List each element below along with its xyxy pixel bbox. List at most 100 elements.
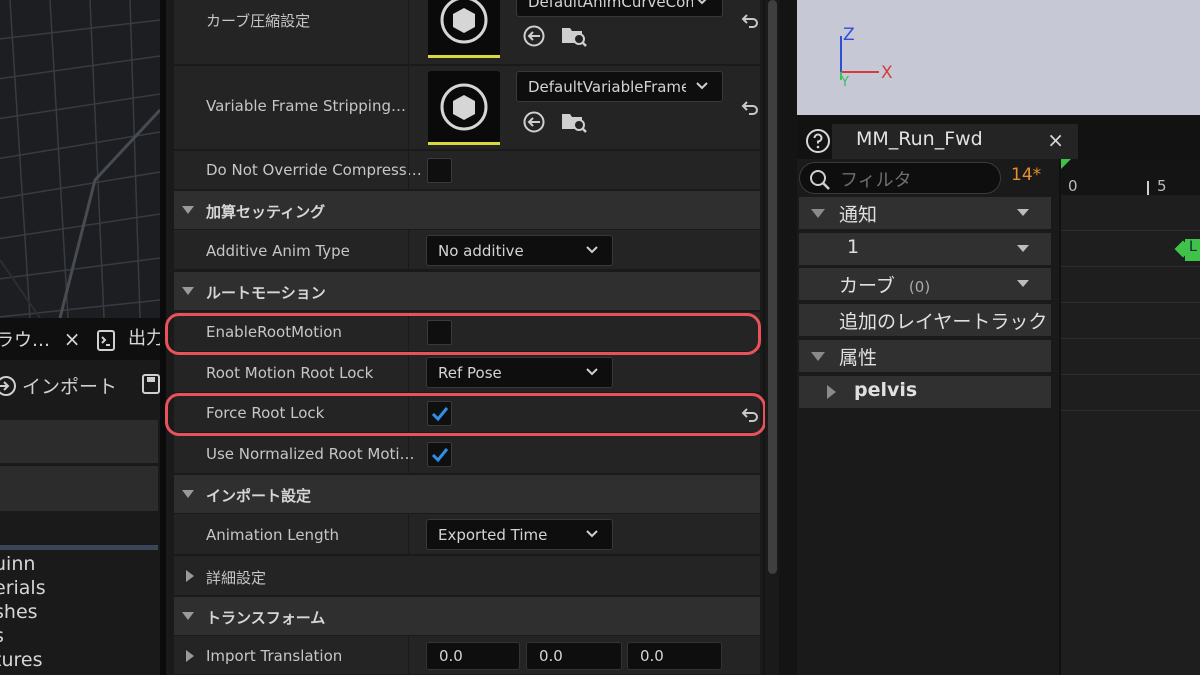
preview-viewport[interactable]: Z X Y bbox=[797, 0, 1200, 115]
row-use-normalized-root-motion: Use Normalized Root Moti… bbox=[174, 434, 760, 474]
category-additive[interactable]: 加算セッティング bbox=[174, 191, 760, 229]
timeline-panel[interactable]: 0 5 L bbox=[1059, 159, 1200, 675]
column-divider bbox=[408, 353, 409, 392]
track-label: 属性 bbox=[839, 347, 878, 369]
curve-compression-dropdown[interactable]: DefaultAnimCurveCompressionSettings bbox=[516, 0, 723, 17]
category-transform[interactable]: トランスフォーム bbox=[174, 597, 760, 635]
curve-compression-value: DefaultAnimCurveCompressionSettings bbox=[528, 0, 693, 11]
category-root-motion[interactable]: ルートモーション bbox=[174, 272, 760, 310]
import-translation-x-field[interactable]: 0.0 bbox=[426, 642, 520, 670]
chevron-down-icon bbox=[697, 0, 707, 5]
panel-splitter[interactable] bbox=[779, 0, 797, 675]
anim-track-list: フィルタ 14* 通知 1 カーブ (0) 追加のレイヤートラック 属性 pel… bbox=[797, 159, 1059, 675]
notify-label: L bbox=[1185, 239, 1200, 261]
cube-asset-icon bbox=[440, 0, 488, 44]
track-lane-divider bbox=[1061, 338, 1200, 339]
track-lane-divider bbox=[1061, 374, 1200, 375]
tab-content-browser[interactable]: ラウ… × bbox=[0, 318, 81, 360]
import-translation-z-value: 0.0 bbox=[640, 647, 664, 665]
details-scrollbar[interactable] bbox=[765, 0, 779, 675]
output-log-icon bbox=[97, 330, 115, 351]
expand-arrow-icon bbox=[182, 287, 194, 295]
scrollbar-thumb[interactable] bbox=[768, 0, 777, 574]
row-root-motion-root-lock: Root Motion Root Lock Ref Pose bbox=[174, 353, 760, 393]
use-selected-asset-icon[interactable] bbox=[522, 24, 546, 48]
track-label: 追加のレイヤートラック bbox=[839, 311, 1048, 333]
save-icon[interactable] bbox=[142, 374, 160, 394]
highlight-force-root-lock bbox=[165, 393, 766, 436]
curve-compression-label: カーブ圧縮設定 bbox=[206, 12, 311, 30]
track-options-icon[interactable] bbox=[1017, 280, 1029, 287]
level-viewport[interactable] bbox=[0, 0, 160, 318]
import-translation-z-field[interactable]: 0.0 bbox=[627, 642, 722, 670]
chevron-down-icon bbox=[696, 82, 708, 90]
track-attributes[interactable]: 属性 bbox=[799, 340, 1051, 372]
use-normalized-checkbox[interactable] bbox=[427, 442, 452, 467]
expand-arrow-icon bbox=[182, 612, 194, 620]
import-icon bbox=[0, 376, 16, 396]
reset-to-default-icon[interactable] bbox=[740, 97, 760, 117]
track-label: 1 bbox=[847, 236, 860, 258]
additive-anim-type-dropdown[interactable]: No additive bbox=[426, 235, 613, 266]
folder-item[interactable]: tures bbox=[0, 649, 42, 671]
track-additive-layers[interactable]: 追加のレイヤートラック bbox=[799, 304, 1051, 336]
browse-asset-icon[interactable] bbox=[560, 23, 588, 49]
folder-item[interactable]: s bbox=[0, 625, 4, 647]
row-advanced[interactable]: 詳細設定 bbox=[174, 556, 760, 596]
reset-to-default-icon[interactable] bbox=[740, 10, 760, 30]
notify-marker[interactable]: L bbox=[1174, 239, 1200, 261]
tab-close-icon[interactable]: × bbox=[1047, 128, 1064, 152]
use-selected-asset-icon[interactable] bbox=[522, 110, 546, 134]
category-import-settings[interactable]: インポート設定 bbox=[174, 475, 760, 513]
asset-type-color-bar bbox=[428, 55, 500, 58]
additive-anim-type-value: No additive bbox=[438, 242, 524, 260]
axis-gizmo-icon: Z X Y bbox=[840, 25, 893, 90]
asset-thumbnail[interactable] bbox=[428, 0, 500, 58]
track-options-icon[interactable] bbox=[1017, 209, 1029, 216]
animation-length-dropdown[interactable]: Exported Time bbox=[426, 519, 613, 550]
column-divider bbox=[408, 0, 409, 64]
track-notify-1[interactable]: 1 bbox=[799, 233, 1051, 265]
curve-count: (0) bbox=[908, 278, 931, 296]
left-panel: ラウ… × 出力 インポート uinn rials hes ures bbox=[0, 0, 160, 675]
content-browser-filter-bar[interactable] bbox=[0, 466, 158, 511]
track-lane-divider bbox=[1061, 230, 1200, 231]
folder-item[interactable]: shes bbox=[0, 601, 38, 623]
import-translation-y-value: 0.0 bbox=[539, 647, 563, 665]
variable-frame-dropdown[interactable]: DefaultVariableFrameStrippingSettings bbox=[516, 71, 723, 102]
help-icon[interactable] bbox=[805, 128, 831, 154]
folder-item[interactable]: erials bbox=[0, 577, 46, 599]
tab-close-icon[interactable]: × bbox=[64, 327, 81, 351]
folder-item[interactable]: uinn bbox=[0, 553, 35, 575]
ruler-tick-label: 0 bbox=[1068, 177, 1078, 195]
track-options-icon[interactable] bbox=[1017, 245, 1029, 252]
timeline-ruler[interactable]: 0 5 bbox=[1061, 159, 1200, 195]
content-browser-tabbar: ラウ… × 出力 bbox=[0, 318, 160, 360]
browse-asset-icon[interactable] bbox=[560, 109, 588, 135]
row-additive-anim-type: Additive Anim Type No additive bbox=[174, 230, 760, 270]
import-translation-label: Import Translation bbox=[206, 647, 343, 665]
expand-arrow-icon bbox=[827, 385, 836, 399]
axis-x-label: X bbox=[881, 63, 893, 83]
root-motion-root-lock-dropdown[interactable]: Ref Pose bbox=[426, 357, 613, 388]
tab-mm-run-fwd[interactable]: MM_Run_Fwd × bbox=[832, 124, 1078, 159]
content-browser-search-bar[interactable] bbox=[0, 420, 158, 463]
content-browser-toolbar: インポート bbox=[0, 360, 160, 412]
expand-arrow-icon[interactable] bbox=[186, 650, 194, 662]
category-transform-label: トランスフォーム bbox=[206, 609, 326, 627]
track-filter-box[interactable]: フィルタ bbox=[799, 162, 1001, 194]
track-pelvis[interactable]: pelvis bbox=[799, 376, 1051, 408]
axis-y-label: Y bbox=[840, 75, 849, 90]
do-not-override-checkbox[interactable] bbox=[427, 158, 452, 183]
variable-frame-label: Variable Frame Stripping… bbox=[206, 97, 406, 115]
track-label: pelvis bbox=[854, 379, 918, 401]
asset-thumbnail[interactable] bbox=[428, 71, 500, 145]
track-notifies[interactable]: 通知 bbox=[799, 197, 1051, 229]
editor-window: ラウ… × 出力 インポート uinn rials hes ures カーブ圧縮… bbox=[0, 0, 1200, 675]
import-button[interactable]: インポート bbox=[22, 372, 117, 399]
playhead-marker-icon[interactable] bbox=[1061, 159, 1071, 169]
category-additive-label: 加算セッティング bbox=[206, 203, 326, 221]
track-count-badge: 14* bbox=[1011, 165, 1042, 185]
import-translation-y-field[interactable]: 0.0 bbox=[526, 642, 622, 670]
track-curves[interactable]: カーブ (0) bbox=[799, 268, 1051, 300]
